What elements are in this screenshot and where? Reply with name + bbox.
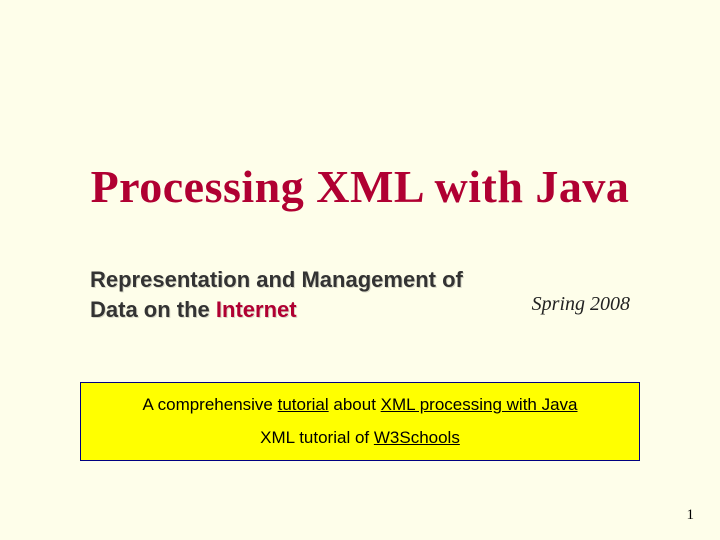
term-label: Spring 2008 — [532, 293, 630, 316]
tutorial-link-1[interactable]: A comprehensive tutorial about XML proce… — [93, 389, 627, 421]
link1-mid: about — [329, 395, 381, 414]
link1-pre: A comprehensive — [142, 395, 277, 414]
page-title: Processing XML with Java — [50, 160, 670, 213]
link1-underline-1: tutorial — [278, 395, 329, 414]
page-number: 1 — [687, 507, 695, 524]
subtitle-block: Representation and Management of Data on… — [90, 265, 630, 324]
link2-pre: XML tutorial of — [260, 428, 374, 447]
link2-underline: W3Schools — [374, 428, 460, 447]
subtitle-text: Representation and Management of Data on… — [90, 265, 516, 324]
link1-underline-2: XML processing with Java — [381, 395, 578, 414]
slide: Processing XML with Java Representation … — [0, 0, 720, 540]
links-callout-box: A comprehensive tutorial about XML proce… — [80, 382, 640, 461]
subtitle-emphasis: Internet — [216, 297, 297, 322]
tutorial-link-2[interactable]: XML tutorial of W3Schools — [93, 422, 627, 454]
